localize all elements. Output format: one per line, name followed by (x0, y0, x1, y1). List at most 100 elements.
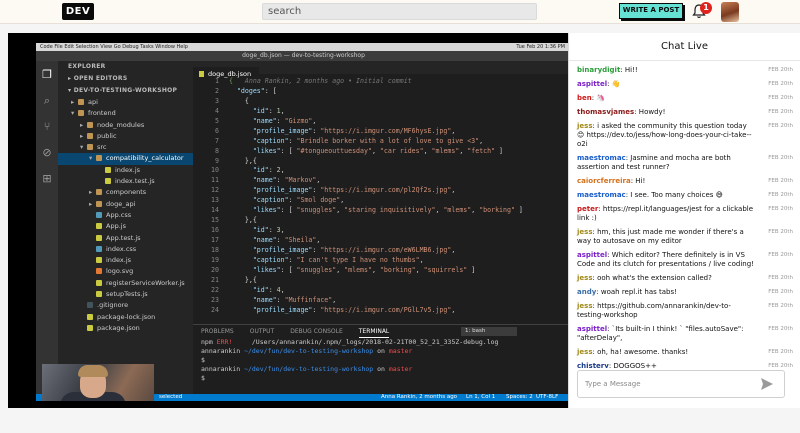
chat-username[interactable]: ben (577, 94, 592, 102)
tree-item[interactable]: registerServiceWorker.js (58, 278, 193, 289)
panel-tab-debug-console[interactable]: DEBUG CONSOLE (290, 328, 343, 335)
folder-file-icon (78, 110, 84, 117)
send-icon[interactable] (760, 377, 774, 391)
chat-username[interactable]: aspittel (577, 80, 607, 88)
chat-message-input[interactable] (578, 371, 758, 397)
code-line[interactable]: 23 "name": "Muffinface", (193, 296, 571, 306)
code-line[interactable]: 22 "id": 4, (193, 286, 571, 296)
tree-item[interactable]: App.test.js (58, 233, 193, 244)
chat-username[interactable]: chistery (577, 362, 609, 368)
code-line[interactable]: 18 "profile_image": "https://i.imgur.com… (193, 246, 571, 256)
code-line[interactable]: 9 },{ (193, 157, 571, 167)
video-stream[interactable]: Code File Edit Selection View Go Debug T… (8, 33, 571, 408)
user-avatar[interactable] (721, 2, 739, 22)
chat-text: : i asked the community this question to… (577, 122, 752, 148)
code-line[interactable]: 14 "likes": [ "snuggles", "staring inqui… (193, 206, 571, 216)
chat-username[interactable]: jess (577, 228, 592, 236)
extensions-icon[interactable]: ⊞ (41, 173, 53, 185)
editor-area: doge_db.json 1 { Anna Rankin, 2 months ag… (193, 61, 571, 324)
chat-text: : oh, ha! awesome. thanks! (592, 348, 689, 356)
chat-text: : Hi! (630, 177, 646, 185)
tree-item[interactable]: ▾ frontend (58, 108, 193, 119)
tree-item[interactable]: ▸ components (58, 187, 193, 198)
chat-message: peter: https://repl.it/languages/jest fo… (569, 202, 800, 225)
tree-item[interactable]: ▾ src (58, 142, 193, 153)
tree-item[interactable]: setupTests.js (58, 289, 193, 300)
tree-item[interactable]: index.test.js (58, 176, 193, 187)
chat-username[interactable]: thomasvjames (577, 108, 634, 116)
code-view[interactable]: 1 { Anna Rankin, 2 months ago • Initial c… (193, 77, 571, 316)
code-text: "likes": [ "snuggles", "staring inquisit… (252, 206, 523, 215)
code-line[interactable]: 15 },{ (193, 216, 571, 226)
code-line[interactable]: 11 "name": "Markov", (193, 176, 571, 186)
status-blame[interactable]: Anna Rankin, 2 months ago (381, 394, 457, 401)
chat-username[interactable]: jess (577, 302, 592, 310)
code-line[interactable]: 3 { (193, 97, 571, 107)
tree-item[interactable]: index.js (58, 165, 193, 176)
source-control-icon[interactable]: ⑂ (41, 121, 53, 133)
chat-username[interactable]: binarydigit (577, 66, 620, 74)
code-line[interactable]: 20 "likes": [ "snuggles", "mlems", "bork… (193, 266, 571, 276)
code-line[interactable]: 8 "likes": [ "#tongueouttuesday", "car r… (193, 147, 571, 157)
chat-message: chistery: DOGGOS++ FEB 20th (569, 359, 800, 368)
tree-item[interactable]: index.css (58, 244, 193, 255)
chat-username[interactable]: maestromac (577, 191, 626, 199)
dev-logo[interactable]: DEV (62, 3, 94, 20)
search-input[interactable] (262, 3, 537, 20)
activity-bar: ❐ ⌕ ⑂ ⊘ ⊞ (36, 61, 58, 394)
status-spaces[interactable]: Spaces: 2 (506, 394, 533, 401)
panel-tab-output[interactable]: OUTPUT (250, 328, 274, 335)
chat-username[interactable]: jess (577, 122, 592, 130)
code-line[interactable]: 19 "caption": "I can't type I have no th… (193, 256, 571, 266)
chat-username[interactable]: jess (577, 348, 592, 356)
chat-username[interactable]: maestromac (577, 154, 626, 162)
code-line[interactable]: 4 "id": 1, (193, 107, 571, 117)
status-encoding[interactable]: UTF-8 (536, 394, 552, 401)
tree-item[interactable]: ▸ public (58, 131, 193, 142)
code-line[interactable]: 7 "caption": "Brindle borker with a lot … (193, 137, 571, 147)
tree-item[interactable]: package.json (58, 323, 193, 334)
code-line[interactable]: 6 "profile_image": "https://i.imgur.com/… (193, 127, 571, 137)
code-line[interactable]: 16 "id": 3, (193, 226, 571, 236)
tree-item[interactable]: index.js (58, 255, 193, 266)
write-post-button[interactable]: WRITE A POST (619, 3, 683, 19)
tree-item[interactable]: ▸ api (58, 97, 193, 108)
code-line[interactable]: 13 "caption": "Smol doge", (193, 196, 571, 206)
chat-username[interactable]: aspittel (577, 325, 607, 333)
code-line[interactable]: 12 "profile_image": "https://i.imgur.com… (193, 186, 571, 196)
notification-badge[interactable]: 1 (700, 2, 712, 14)
tree-item[interactable]: App.js (58, 221, 193, 232)
tree-item[interactable]: App.css (58, 210, 193, 221)
open-editors-section[interactable]: ▸ OPEN EDITORS (58, 73, 193, 85)
chat-username[interactable]: caiorcferreira (577, 177, 631, 185)
code-line[interactable]: 24 "profile_image": "https://i.imgur.com… (193, 306, 571, 316)
code-line[interactable]: 5 "name": "Gizmo", (193, 117, 571, 127)
tree-item[interactable]: ▾ compatibility_calculator (58, 153, 193, 165)
code-line[interactable]: 10 "id": 2, (193, 166, 571, 176)
panel-tab-terminal[interactable]: TERMINAL (358, 328, 390, 338)
line-number: 10 (211, 166, 219, 175)
status-eol[interactable]: LF (552, 394, 558, 401)
tree-item[interactable]: ▸ doge_api (58, 199, 193, 210)
tree-item[interactable]: ▸ node_modules (58, 120, 193, 131)
status-position[interactable]: Ln 1, Col 1 (466, 394, 495, 401)
files-icon[interactable]: ❐ (41, 69, 53, 81)
panel-tab-problems[interactable]: PROBLEMS (201, 328, 234, 335)
code-line[interactable]: 17 "name": "Sheila", (193, 236, 571, 246)
code-line[interactable]: 1 { Anna Rankin, 2 months ago • Initial c… (193, 77, 571, 87)
tree-item[interactable]: logo.svg (58, 266, 193, 277)
search-icon[interactable]: ⌕ (41, 95, 53, 107)
chat-username[interactable]: jess (577, 274, 592, 282)
chat-username[interactable]: peter (577, 205, 598, 213)
code-line[interactable]: 2 "doges": [ (193, 87, 571, 97)
tree-item[interactable]: package-lock.json (58, 312, 193, 323)
terminal-output[interactable]: npm ERR! /Users/annarankin/.npm/_logs/20… (193, 338, 571, 383)
chat-username[interactable]: aspittel (577, 251, 607, 259)
terminal-select[interactable]: 1: bash (461, 327, 517, 336)
code-line[interactable]: 21 },{ (193, 276, 571, 286)
chat-messages[interactable]: binarydigit: Hi!! FEB 20th aspittel: 👋 FEB … (569, 63, 800, 368)
chat-username[interactable]: andy (577, 288, 596, 296)
tree-item[interactable]: .gitignore (58, 300, 193, 311)
debug-icon[interactable]: ⊘ (41, 147, 53, 159)
workspace-section[interactable]: ▾ DEV-TO-TESTING-WORKSHOP (58, 85, 193, 97)
